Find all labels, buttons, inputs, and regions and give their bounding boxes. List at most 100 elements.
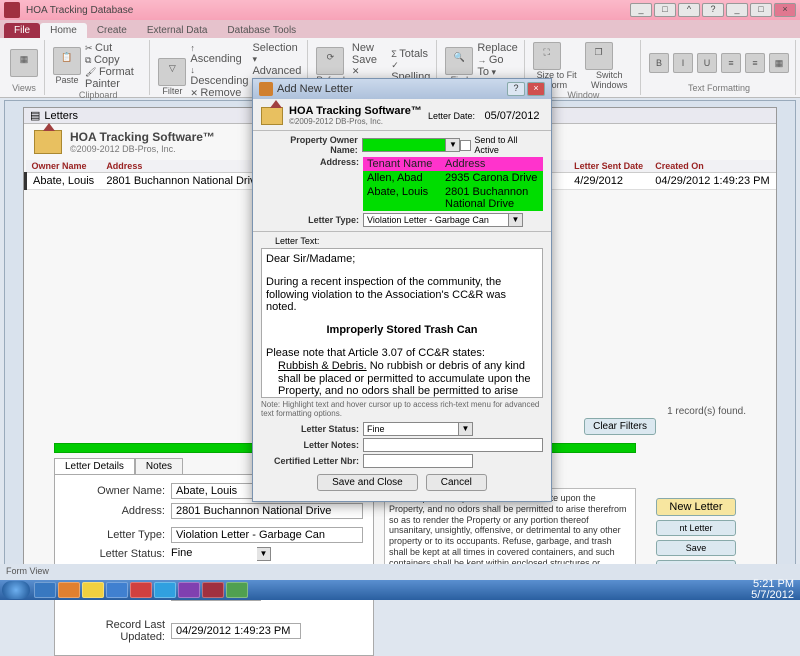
letter-status-combo[interactable]: Fine <box>363 422 459 436</box>
align-center-icon[interactable]: ≡ <box>745 53 765 73</box>
maximize-button[interactable]: □ <box>654 3 676 17</box>
task-item[interactable] <box>154 582 176 598</box>
task-item[interactable] <box>130 582 152 598</box>
inner-restore-button[interactable]: □ <box>750 3 772 17</box>
record-count: 1 record(s) found. <box>667 406 746 417</box>
tab-database-tools[interactable]: Database Tools <box>217 23 306 38</box>
tab-create[interactable]: Create <box>87 23 137 38</box>
fill-icon[interactable]: ▦ <box>769 53 789 73</box>
dialog-help-button[interactable]: ? <box>507 82 525 96</box>
help-button[interactable]: ? <box>702 3 724 17</box>
fit-form-icon[interactable]: ⛶ <box>533 42 561 70</box>
start-button[interactable] <box>2 581 30 599</box>
tab-external-data[interactable]: External Data <box>137 23 218 38</box>
ascending-button[interactable]: ↑ Ascending <box>190 43 248 65</box>
owner-combo[interactable] <box>362 138 447 152</box>
task-item[interactable] <box>34 582 56 598</box>
task-item[interactable] <box>106 582 128 598</box>
tab-letter-details[interactable]: Letter Details <box>54 458 135 474</box>
clear-filters-button[interactable]: Clear Filters <box>584 418 656 435</box>
add-letter-dialog: Add New Letter ? × HOA Tracking Software… <box>252 78 552 502</box>
chevron-down-icon[interactable]: ▼ <box>509 213 523 227</box>
window-titlebar: HOA Tracking Database _ □ ^ ? _ □ × <box>0 0 800 20</box>
chevron-down-icon[interactable]: ▼ <box>459 422 473 436</box>
save-button[interactable]: Save <box>352 54 387 66</box>
detail-updated: 04/29/2012 1:49:23 PM <box>171 623 301 639</box>
task-item[interactable] <box>202 582 224 598</box>
letters-title: Letters <box>44 110 78 122</box>
totals-button[interactable]: Σ Totals <box>391 48 430 60</box>
align-left-icon[interactable]: ≡ <box>721 53 741 73</box>
replace-button[interactable]: Replace <box>477 42 517 54</box>
letter-type-combo[interactable]: Violation Letter - Garbage Can <box>363 213 509 227</box>
list-item[interactable]: Abate, Louis2801 Buchannon National Driv… <box>363 185 543 211</box>
switch-windows-icon[interactable]: ❐ <box>585 42 613 70</box>
view-icon[interactable]: ▦ <box>10 49 38 77</box>
send-all-checkbox[interactable] <box>460 140 471 151</box>
refresh-icon[interactable]: ⟳ <box>316 47 344 75</box>
dialog-icon <box>259 82 273 96</box>
col-created[interactable]: Created On <box>649 160 776 173</box>
letter-date-field[interactable]: 05/07/2012 <box>481 110 543 122</box>
dialog-logo-icon <box>261 107 283 125</box>
chevron-down-icon[interactable]: ▼ <box>446 138 460 152</box>
letter-text-label: Letter Text: <box>275 236 543 246</box>
owner-dropdown-list[interactable]: Tenant NameAddress Allen, Abad2935 Caron… <box>363 157 543 211</box>
app-copyright: ©2009-2012 DB-Pros, Inc. <box>70 144 215 154</box>
print-letter-button[interactable]: nt Letter <box>656 520 736 536</box>
tab-home[interactable]: Home <box>40 23 87 38</box>
col-owner[interactable]: Owner Name <box>26 160 101 173</box>
cert-nbr-field[interactable] <box>363 454 473 468</box>
new-letter-button[interactable]: New Letter <box>656 498 736 516</box>
tab-file[interactable]: File <box>4 23 40 38</box>
status-bar: Form View <box>0 564 800 580</box>
ribbon-tabs: File Home Create External Data Database … <box>0 20 800 38</box>
inner-min-button[interactable]: _ <box>726 3 748 17</box>
minimize-button[interactable]: _ <box>630 3 652 17</box>
close-button[interactable]: × <box>774 3 796 17</box>
col-sent[interactable]: Letter Sent Date <box>568 160 649 173</box>
format-painter-button[interactable]: 🖌 Format Painter <box>85 66 143 90</box>
paste-icon[interactable]: 📋 <box>53 47 81 75</box>
col-address[interactable]: Address <box>100 160 268 173</box>
form-icon: ▤ <box>30 109 40 122</box>
task-item[interactable] <box>226 582 248 598</box>
new-button[interactable]: New <box>352 42 387 54</box>
cut-button[interactable]: ✂ Cut <box>85 42 143 54</box>
letter-date-label: Letter Date: <box>428 111 475 121</box>
system-tray[interactable]: 5:21 PM5/7/2012 <box>751 579 798 601</box>
detail-status[interactable]: Fine <box>171 547 257 561</box>
ribbon-group-clipboard: 📋Paste ✂ Cut ⧉ Copy 🖌 Format Painter Cli… <box>47 40 150 95</box>
app-icon <box>4 2 20 18</box>
task-item[interactable] <box>178 582 200 598</box>
detail-address[interactable]: 2801 Buchannon National Drive <box>171 503 363 519</box>
selection-button[interactable]: Selection ▾ <box>252 42 301 65</box>
italic-icon[interactable]: I <box>673 53 693 73</box>
letter-notes-field[interactable] <box>363 438 543 452</box>
bold-icon[interactable]: B <box>649 53 669 73</box>
tab-notes[interactable]: Notes <box>135 458 183 474</box>
detail-type[interactable]: Violation Letter - Garbage Can <box>171 527 363 543</box>
dialog-title: Add New Letter <box>277 83 353 95</box>
ribbon-group-views: ▦ Views <box>4 40 45 95</box>
side-save-button[interactable]: Save <box>656 540 736 556</box>
underline-icon[interactable]: U <box>697 53 717 73</box>
letter-text-area[interactable]: Dear Sir/Madame; During a recent inspect… <box>261 248 543 398</box>
dialog-app: HOA Tracking Software™ <box>289 105 422 117</box>
save-close-button[interactable]: Save and Close <box>317 474 418 491</box>
list-item[interactable]: Allen, Abad2935 Carona Drive <box>363 171 543 185</box>
filter-icon[interactable]: ▽ <box>158 58 186 86</box>
find-icon[interactable]: 🔍 <box>445 47 473 75</box>
task-item[interactable] <box>58 582 80 598</box>
ribbon-toggle-button[interactable]: ^ <box>678 3 700 17</box>
ribbon-group-textfmt: B I U ≡ ≡ ▦ Text Formatting <box>643 40 796 95</box>
dialog-close-button[interactable]: × <box>527 82 545 96</box>
window-title: HOA Tracking Database <box>26 5 133 16</box>
task-item[interactable] <box>82 582 104 598</box>
goto-button[interactable]: → Go To ▾ <box>477 54 517 78</box>
copy-button[interactable]: ⧉ Copy <box>85 54 143 66</box>
cancel-button[interactable]: Cancel <box>426 474 487 491</box>
taskbar: 5:21 PM5/7/2012 <box>0 580 800 600</box>
descending-button[interactable]: ↓ Descending <box>190 65 248 87</box>
chevron-down-icon[interactable]: ▼ <box>257 547 271 561</box>
